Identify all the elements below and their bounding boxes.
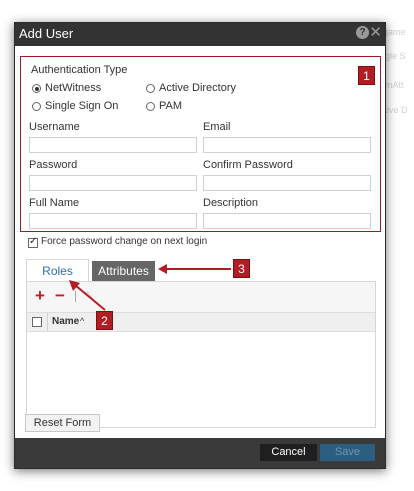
force-password-checkbox[interactable] xyxy=(28,236,38,248)
password-label: Password xyxy=(29,159,78,171)
email-input[interactable] xyxy=(203,137,371,153)
full-name-label: Full Name xyxy=(29,197,80,209)
radio-netwitness-label: NetWitness xyxy=(45,82,102,94)
cancel-button[interactable]: Cancel xyxy=(260,444,317,461)
close-icon[interactable]: ✕ xyxy=(369,24,382,42)
callout-3: 3 xyxy=(233,259,250,278)
radio-pam-label: PAM xyxy=(159,100,183,112)
radio-active-directory[interactable] xyxy=(146,84,155,93)
radio-active-directory-label: Active Directory xyxy=(159,82,237,94)
callout-1: 1 xyxy=(358,66,375,85)
dialog-title-bar: Add User ? ✕ xyxy=(15,23,385,46)
dialog-footer: Cancel Save xyxy=(15,438,385,468)
authentication-type-heading: Authentication Type xyxy=(31,64,128,76)
callout-2: 2 xyxy=(96,311,113,330)
reset-form-button[interactable]: Reset Form xyxy=(25,414,100,432)
confirm-password-input[interactable] xyxy=(203,175,371,191)
add-user-dialog: Add User ? ✕ 1 Authentication Type NetWi… xyxy=(14,22,386,469)
password-input[interactable] xyxy=(29,175,197,191)
email-label: Email xyxy=(203,121,231,133)
plus-icon[interactable]: + xyxy=(35,286,45,306)
radio-netwitness[interactable] xyxy=(32,84,41,93)
column-divider xyxy=(47,313,48,331)
username-label: Username xyxy=(29,121,80,133)
radio-pam[interactable] xyxy=(146,102,155,111)
select-all-checkbox[interactable] xyxy=(32,317,42,327)
save-button[interactable]: Save xyxy=(320,444,375,461)
annotation-arrow-3 xyxy=(158,264,231,274)
description-label: Description xyxy=(203,197,259,209)
radio-single-sign-on[interactable] xyxy=(32,102,41,111)
radio-single-sign-on-label: Single Sign On xyxy=(45,100,119,112)
roles-table-body xyxy=(27,332,375,427)
description-input[interactable] xyxy=(203,213,371,229)
confirm-password-label: Confirm Password xyxy=(203,159,293,171)
question-mark-icon[interactable]: ? xyxy=(356,26,369,39)
minus-icon[interactable]: − xyxy=(55,286,65,306)
force-password-label: Force password change on next login xyxy=(41,236,208,247)
full-name-input[interactable] xyxy=(29,213,197,229)
dialog-title: Add User xyxy=(19,26,74,41)
username-input[interactable] xyxy=(29,137,197,153)
